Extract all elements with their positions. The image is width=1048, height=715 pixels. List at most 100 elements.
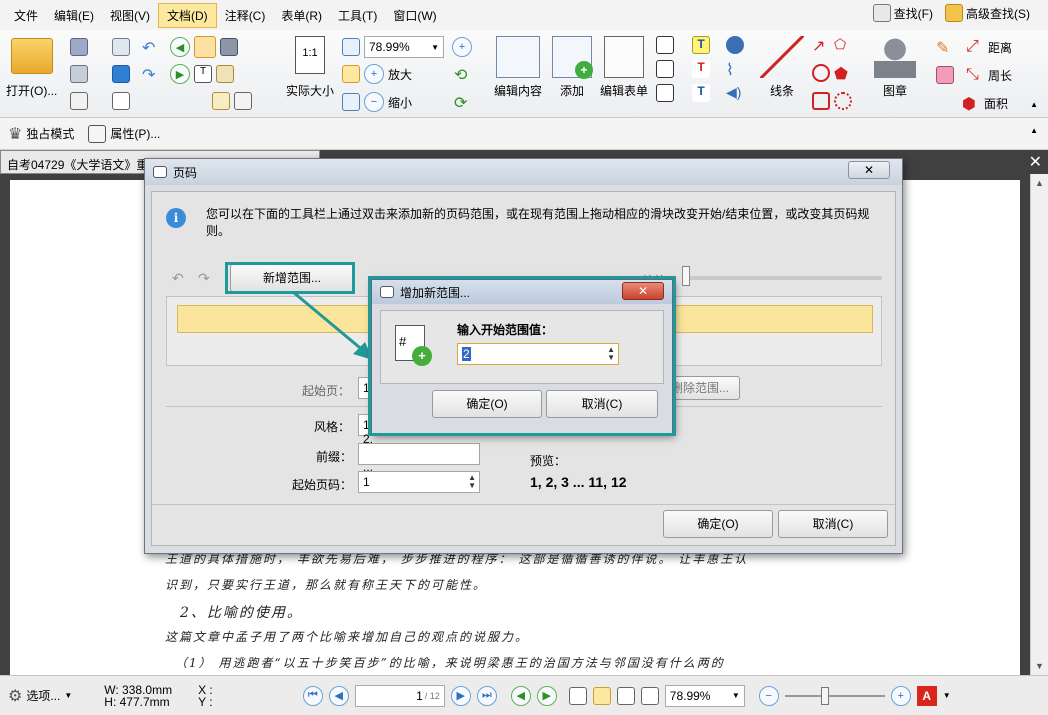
fit-width-icon[interactable] [342, 65, 360, 83]
text-box-icon[interactable] [656, 60, 674, 78]
dialog-ok-button[interactable]: 确定(O) [663, 510, 773, 538]
highlight-text-icon[interactable]: T [692, 36, 710, 54]
distance-icon[interactable]: ⤢ [966, 38, 984, 56]
dialog-close-button[interactable]: ✕ [848, 161, 890, 179]
perimeter-label[interactable]: 周长 [988, 67, 1012, 84]
chevron-down-icon[interactable]: ▼ [943, 691, 951, 700]
distance-label[interactable]: 距离 [988, 39, 1012, 56]
properties-button[interactable]: 属性(P)... [88, 124, 160, 143]
single-page-icon[interactable] [568, 686, 587, 705]
eraser-icon[interactable] [936, 66, 954, 84]
dialog-cancel-button[interactable]: 取消(C) [778, 510, 888, 538]
zoom-in-label[interactable]: 放大 [388, 66, 412, 83]
undo-icon[interactable]: ↶ [172, 270, 184, 287]
pages-icon[interactable] [234, 92, 252, 110]
hand-tool-icon[interactable] [194, 36, 216, 58]
zoom-in-small-icon[interactable]: + [452, 37, 472, 57]
zoom-out-icon[interactable]: − [364, 92, 384, 112]
page-number-dialog-titlebar[interactable]: 页码 [145, 159, 902, 185]
text-field-icon[interactable] [656, 36, 674, 54]
advanced-find-button[interactable]: 高级查找(S) [945, 4, 1030, 22]
exclusive-mode-button[interactable]: ♛ 独占模式 [8, 124, 74, 144]
rotate-left-icon[interactable]: ⟲ [454, 65, 472, 84]
page-number-input[interactable]: 1 / 12 [354, 684, 445, 707]
first-page-icon[interactable]: ⏮ [302, 685, 323, 706]
polygon-icon[interactable]: ⬟ [834, 64, 852, 83]
scroll-down-icon[interactable]: ▼ [1035, 661, 1044, 671]
rotate-right-icon[interactable]: ⟳ [454, 93, 472, 112]
history-back-icon[interactable]: ◀ [510, 685, 531, 706]
lines-button[interactable]: 线条 [760, 36, 804, 99]
pencil-icon[interactable]: ✎ [936, 38, 954, 57]
fit-visible-icon[interactable] [342, 93, 360, 111]
range-zoom-handle[interactable] [682, 266, 690, 286]
continuous-page-icon[interactable] [592, 686, 611, 705]
menu-document[interactable]: 文档(D) [158, 2, 217, 28]
perimeter-icon[interactable]: ⤡ [966, 66, 984, 84]
fit-page-icon[interactable] [342, 38, 360, 56]
print-icon[interactable] [70, 65, 88, 83]
new-doc-icon[interactable] [112, 92, 130, 110]
menu-window[interactable]: 窗口(W) [385, 4, 444, 27]
forward-icon[interactable]: ▶ [170, 64, 190, 84]
last-page-icon[interactable]: ⏭ [476, 685, 497, 706]
ribbon-collapse-icon[interactable]: ▲ [1030, 100, 1038, 109]
continuous-facing-icon[interactable] [640, 686, 659, 705]
zoom-out-status-icon[interactable]: − [758, 685, 779, 706]
menu-comment[interactable]: 注释(C) [217, 4, 274, 27]
menu-tools[interactable]: 工具(T) [330, 4, 385, 27]
zoom-combo[interactable]: 78.99% ▼ [364, 36, 444, 58]
callout-icon[interactable] [656, 84, 674, 102]
range-zoom-slider[interactable] [682, 276, 882, 280]
area-label[interactable]: 面积 [984, 95, 1008, 112]
snapshot-icon[interactable] [220, 38, 238, 56]
scroll-up-icon[interactable]: ▲ [1035, 178, 1044, 188]
arrow-icon[interactable]: ↗ [812, 36, 830, 55]
history-forward-icon[interactable]: ▶ [536, 685, 557, 706]
redo-icon[interactable]: ↷ [198, 270, 210, 287]
pdf-icon[interactable]: A [916, 685, 937, 706]
zoom-slider[interactable] [784, 686, 885, 705]
menu-file[interactable]: 文件 [6, 4, 46, 27]
select-text-icon[interactable]: T [194, 65, 212, 83]
ellipse-icon[interactable] [812, 64, 830, 82]
open-button[interactable]: 打开(O)... [6, 38, 57, 99]
cloud-icon[interactable] [834, 92, 852, 110]
prefix-field[interactable] [358, 443, 480, 465]
area-icon[interactable]: ⬢ [962, 94, 980, 113]
actual-size-button[interactable]: 1:1 实际大小 [286, 36, 334, 99]
sound-icon[interactable]: ◀) [726, 84, 744, 102]
options-button[interactable]: ⚙ 选项... ▼ [8, 686, 72, 706]
prev-page-icon[interactable]: ◀ [328, 685, 349, 706]
menu-form[interactable]: 表单(R) [273, 4, 330, 27]
vertical-scrollbar[interactable]: ▲ ▼ [1030, 174, 1048, 675]
zoom-in-icon[interactable]: + [364, 64, 384, 84]
status-zoom-combo[interactable]: 78.99% ▼ [664, 684, 745, 707]
zoom-slider-handle[interactable] [820, 686, 829, 705]
stepper-arrows-icon[interactable]: ▲ ▼ [468, 474, 476, 490]
strikeout-text-icon[interactable]: T [692, 60, 710, 78]
facing-page-icon[interactable] [616, 686, 635, 705]
attach-icon[interactable]: ⌇ [726, 60, 744, 79]
undo-icon[interactable]: ↶ [142, 38, 160, 57]
redo-icon[interactable]: ↷ [142, 65, 160, 84]
stamp-button[interactable]: 图章 [874, 36, 916, 99]
add-button[interactable]: + 添加 [552, 36, 593, 99]
close-document-icon[interactable]: ✕ [1029, 152, 1042, 172]
clipboard-icon[interactable] [216, 65, 234, 83]
menu-view[interactable]: 视图(V) [102, 4, 158, 27]
toolbar-collapse-icon[interactable]: ▲ [1030, 126, 1038, 135]
find-button[interactable]: 查找(F) [872, 4, 933, 22]
edit-form-button[interactable]: 编辑表单 [600, 36, 648, 99]
pin-icon[interactable] [726, 36, 744, 54]
next-page-icon[interactable]: ▶ [450, 685, 471, 706]
email-icon[interactable] [112, 38, 130, 56]
scan-icon[interactable] [112, 65, 130, 83]
underline-text-icon[interactable]: T [692, 84, 710, 102]
polygon-line-icon[interactable]: ⬠ [834, 36, 852, 54]
zoom-in-status-icon[interactable]: + [890, 685, 911, 706]
zoom-out-label[interactable]: 缩小 [388, 94, 412, 111]
marquee-zoom-icon[interactable] [212, 92, 230, 110]
save-icon[interactable] [70, 38, 88, 56]
edit-content-button[interactable]: 编辑内容 [494, 36, 542, 99]
